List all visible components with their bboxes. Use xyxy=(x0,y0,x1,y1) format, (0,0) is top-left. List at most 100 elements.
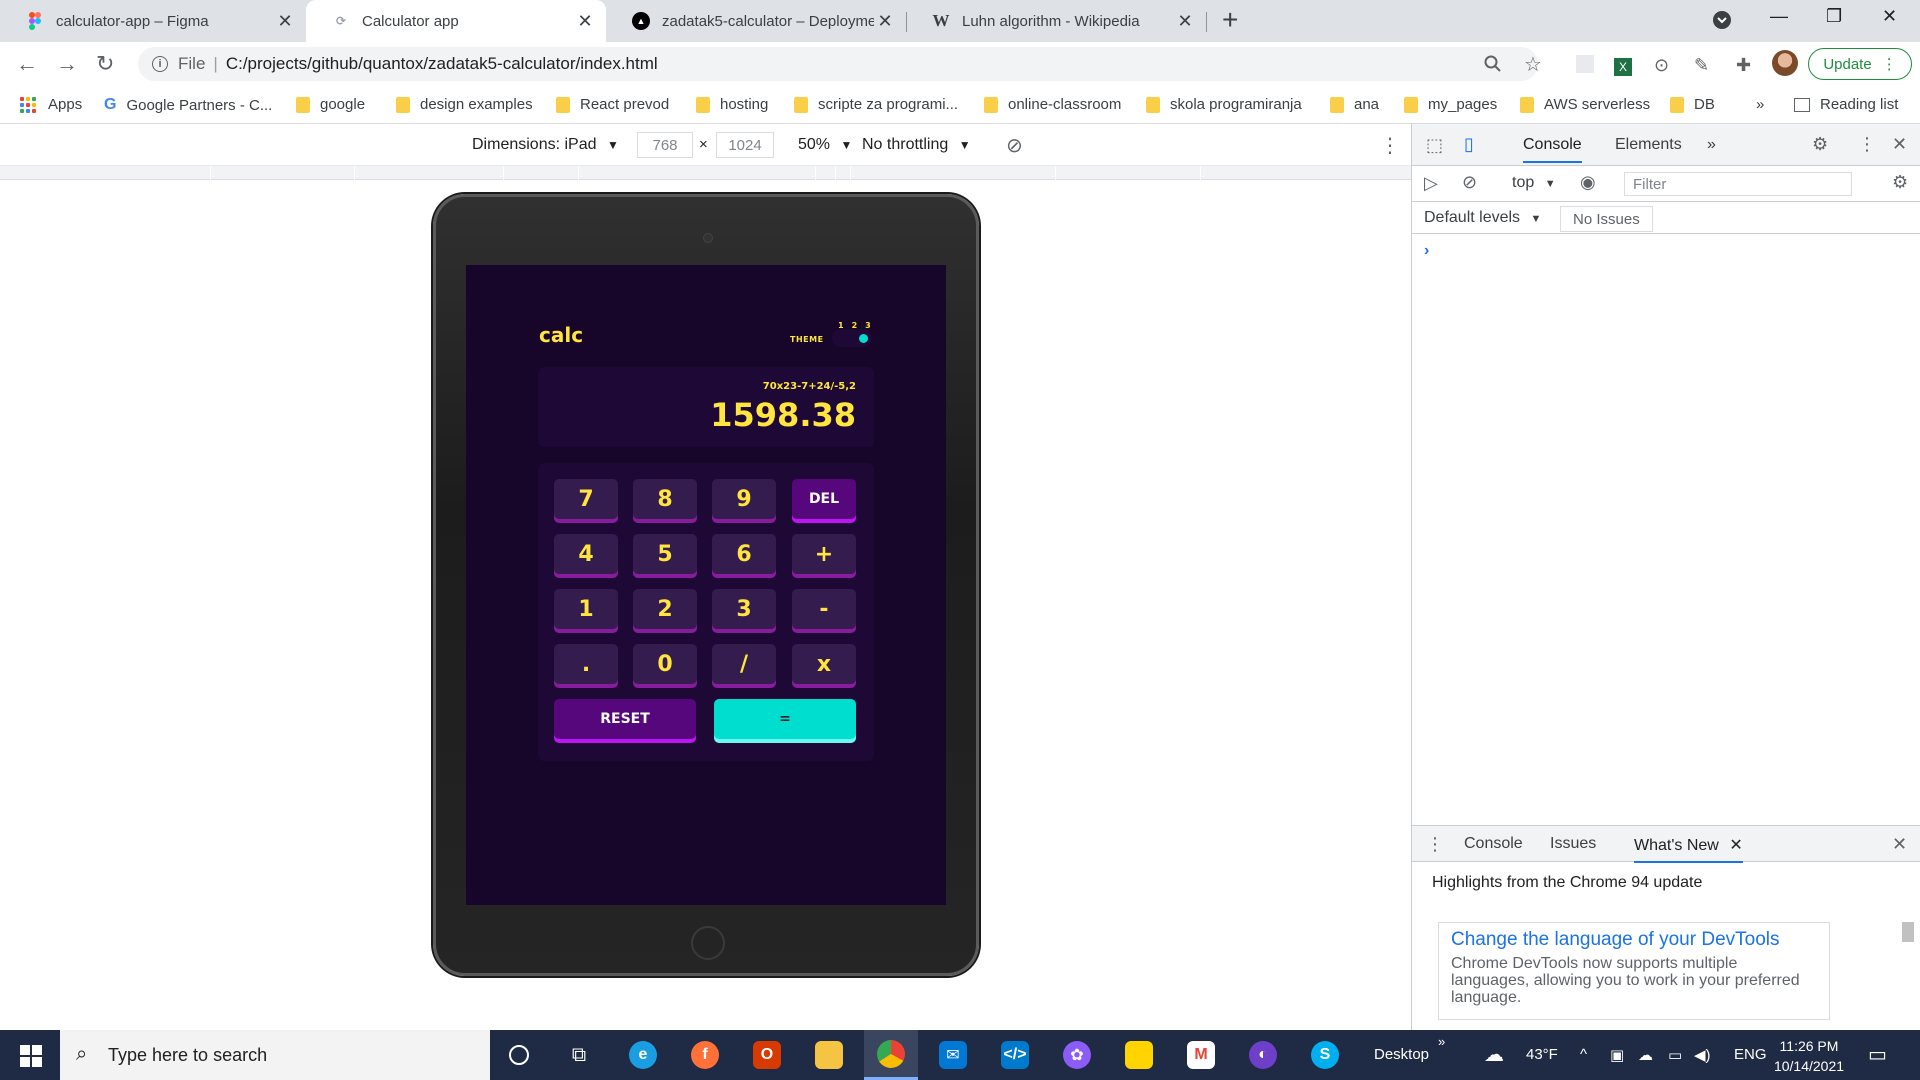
language-indicator[interactable]: ENG xyxy=(1734,1046,1767,1063)
tab-console[interactable]: Console xyxy=(1523,136,1582,163)
more-options-icon[interactable]: ⋮ xyxy=(1380,133,1400,158)
bookmark-design-examples[interactable]: design examples xyxy=(396,96,533,113)
tab-wikipedia[interactable]: W Luhn algorithm - Wikipedia ✕ xyxy=(906,0,1206,42)
media-query-ruler[interactable] xyxy=(0,166,1411,180)
info-icon[interactable]: i xyxy=(152,56,168,72)
key-minus[interactable]: - xyxy=(792,589,856,629)
clear-console-icon[interactable]: ⊘ xyxy=(1462,172,1477,193)
desktop-toolbar-more[interactable]: » xyxy=(1438,1034,1445,1049)
address-bar[interactable]: i File | C:/projects/github/quantox/zada… xyxy=(138,47,1538,81)
chrome-icon[interactable] xyxy=(864,1030,918,1080)
taskbar-search[interactable]: ⌕ Type here to search xyxy=(60,1030,490,1080)
reset-button[interactable]: RESET xyxy=(554,699,696,739)
delete-button[interactable]: DEL xyxy=(792,479,856,519)
eyedropper-extension-icon[interactable]: ✎ xyxy=(1694,55,1709,76)
levels-dropdown[interactable]: Default levels ▼ xyxy=(1424,209,1541,227)
extension-icon[interactable] xyxy=(1576,55,1594,78)
paint-icon[interactable]: ✿ xyxy=(1050,1030,1104,1080)
equals-button[interactable]: = xyxy=(714,699,856,739)
key-multiply[interactable]: x xyxy=(792,644,856,684)
bookmark-aws-serverless[interactable]: AWS serverless xyxy=(1520,96,1650,113)
skype-icon[interactable]: S xyxy=(1298,1030,1352,1080)
clock[interactable]: 11:26 PM 10/14/2021 xyxy=(1764,1036,1854,1076)
reload-icon[interactable]: ↻ xyxy=(96,51,114,77)
file-explorer-icon[interactable] xyxy=(802,1030,856,1080)
mail-icon[interactable]: ✉ xyxy=(926,1030,980,1080)
tab-vercel[interactable]: ▲ zadatak5-calculator – Deploymen ✕ xyxy=(606,0,906,42)
back-icon[interactable]: ← xyxy=(16,51,38,77)
throttling-dropdown[interactable]: No throttling ▼ xyxy=(862,136,971,154)
bookmarks-overflow-button[interactable]: » xyxy=(1756,96,1764,113)
key-1[interactable]: 1 xyxy=(554,589,618,629)
drawer-tab-issues[interactable]: Issues xyxy=(1550,835,1596,853)
key-3[interactable]: 3 xyxy=(712,589,776,629)
bookmark-skola-programiranja[interactable]: skola programiranja xyxy=(1146,96,1302,113)
notifications-icon[interactable]: ▭ xyxy=(1868,1042,1887,1067)
bookmark-google[interactable]: google xyxy=(296,96,365,113)
tab-elements[interactable]: Elements xyxy=(1615,136,1682,154)
scrollbar-thumb[interactable] xyxy=(1902,922,1914,942)
windows-start-icon[interactable] xyxy=(20,1045,42,1067)
height-input[interactable]: 1024 xyxy=(716,132,774,158)
zoom-icon[interactable] xyxy=(1484,55,1502,78)
width-input[interactable]: 768 xyxy=(637,132,693,158)
console-settings-icon[interactable]: ⚙ xyxy=(1892,172,1908,193)
zoom-dropdown[interactable]: 50% ▼ xyxy=(798,136,852,154)
bookmark-google-partners[interactable]: G Google Partners - C... xyxy=(104,96,272,114)
cortana-icon[interactable] xyxy=(492,1030,546,1080)
filter-input[interactable]: Filter xyxy=(1624,172,1852,196)
onedrive-icon[interactable]: ☁ xyxy=(1638,1046,1653,1064)
context-selector[interactable]: top ▼ xyxy=(1512,174,1556,192)
close-devtools-icon[interactable]: ✕ xyxy=(1892,134,1907,155)
restore-icon[interactable]: ❐ xyxy=(1826,6,1842,27)
close-icon[interactable]: ✕ xyxy=(574,11,596,32)
minimize-icon[interactable]: — xyxy=(1770,6,1788,27)
extensions-puzzle-icon[interactable]: ✚ xyxy=(1736,55,1751,76)
reading-list-button[interactable]: Reading list xyxy=(1794,96,1898,113)
edge-icon[interactable]: e xyxy=(616,1030,670,1080)
task-view-icon[interactable]: ⧉ xyxy=(552,1030,606,1080)
firefox-icon[interactable]: f xyxy=(678,1030,732,1080)
drawer-menu-icon[interactable]: ⋮ xyxy=(1426,834,1444,855)
close-icon[interactable]: ✕ xyxy=(1729,837,1742,854)
drawer-tab-console[interactable]: Console xyxy=(1464,835,1523,853)
dimensions-dropdown[interactable]: Dimensions: iPad ▼ xyxy=(472,136,619,154)
bookmark-db[interactable]: DB xyxy=(1670,96,1715,113)
settings-gear-icon[interactable]: ⚙ xyxy=(1812,134,1828,155)
profile-avatar[interactable] xyxy=(1772,50,1798,81)
weather-temperature[interactable]: 43°F xyxy=(1526,1046,1558,1063)
bookmark-ana[interactable]: ana xyxy=(1330,96,1379,113)
new-tab-button[interactable]: + xyxy=(1222,4,1238,36)
key-8[interactable]: 8 xyxy=(633,479,697,519)
close-drawer-icon[interactable]: ✕ xyxy=(1892,834,1907,855)
theme-toggle[interactable] xyxy=(832,329,872,347)
issues-button[interactable]: No Issues xyxy=(1560,206,1653,232)
drawer-tab-whats-new[interactable]: What's New ✕ xyxy=(1634,835,1743,863)
close-icon[interactable]: ✕ xyxy=(274,11,296,32)
key-7[interactable]: 7 xyxy=(554,479,618,519)
sticky-notes-icon[interactable] xyxy=(1112,1030,1166,1080)
card-title[interactable]: Change the language of your DevTools xyxy=(1451,929,1817,951)
code-extension-icon[interactable]: ⊙ xyxy=(1654,55,1669,76)
vscode-icon[interactable]: </> xyxy=(988,1030,1042,1080)
close-icon[interactable]: ✕ xyxy=(1174,11,1196,32)
whats-new-card[interactable]: Change the language of your DevTools Chr… xyxy=(1438,922,1830,1020)
theme-toggle-knob[interactable] xyxy=(859,334,868,343)
key-6[interactable]: 6 xyxy=(712,534,776,574)
forward-icon[interactable]: → xyxy=(56,51,78,77)
key-5[interactable]: 5 xyxy=(633,534,697,574)
console-prompt[interactable]: › xyxy=(1424,242,1429,260)
update-button[interactable]: Update ⋮ xyxy=(1808,48,1912,80)
volume-icon[interactable]: ◀) xyxy=(1694,1046,1711,1064)
key-decimal[interactable]: . xyxy=(554,644,618,684)
live-expression-eye-icon[interactable]: ◉ xyxy=(1580,172,1596,193)
battery-icon[interactable]: ▭ xyxy=(1668,1046,1682,1064)
key-divide[interactable]: / xyxy=(712,644,776,684)
url-text[interactable]: C:/projects/github/quantox/zadatak5-calc… xyxy=(226,54,658,74)
github-icon[interactable]: ◐ xyxy=(1236,1030,1290,1080)
office-icon[interactable]: O xyxy=(740,1030,794,1080)
bookmark-my-pages[interactable]: my_pages xyxy=(1404,96,1497,113)
tab-figma[interactable]: calculator-app – Figma ✕ xyxy=(0,0,306,42)
more-options-icon[interactable]: ⋮ xyxy=(1858,134,1876,155)
scrollbar[interactable] xyxy=(1899,902,1915,1024)
